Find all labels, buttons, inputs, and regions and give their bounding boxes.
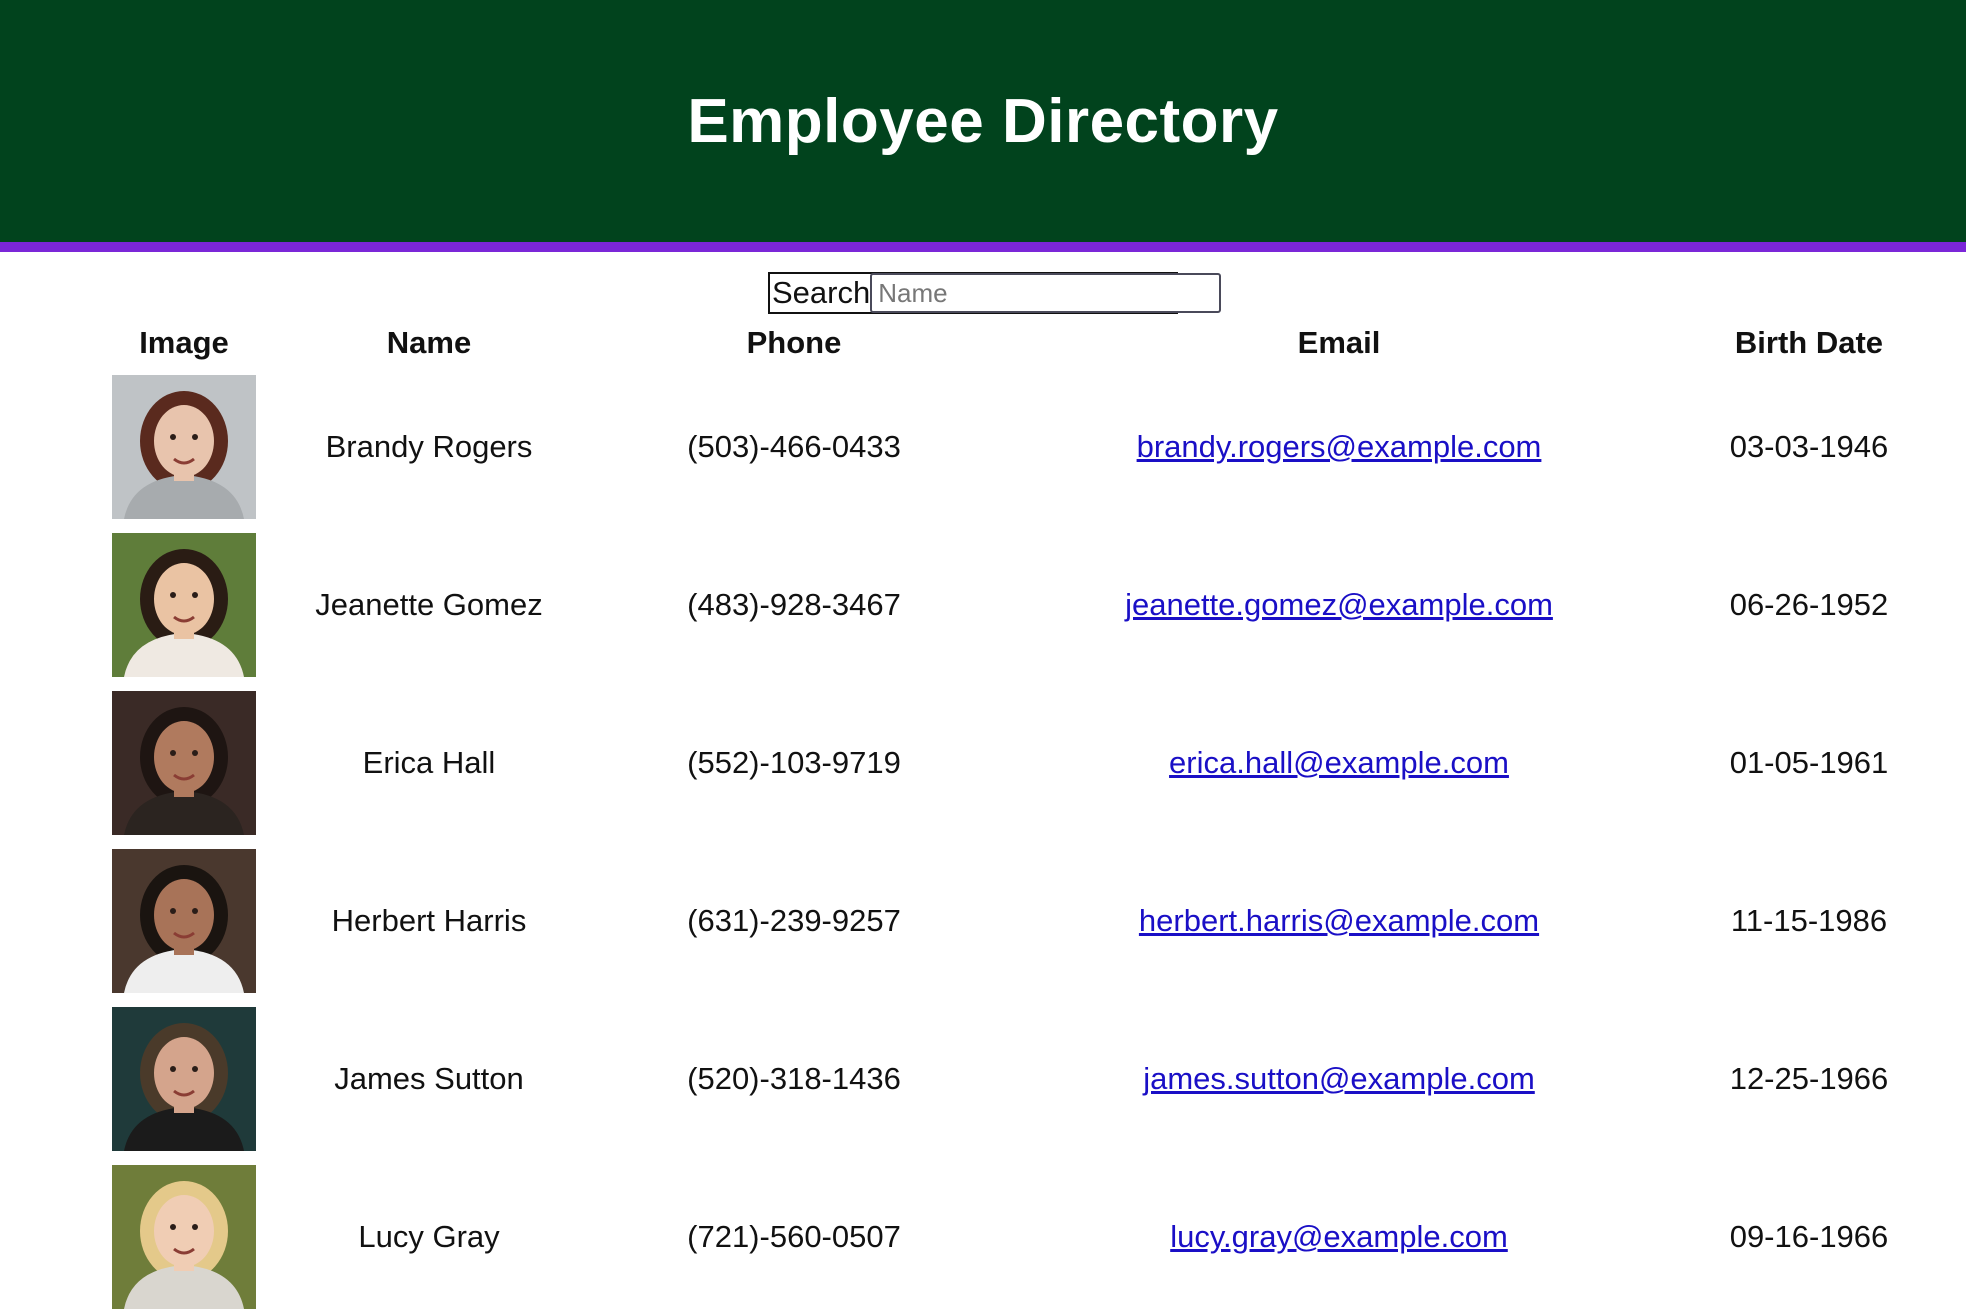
birth-date-cell: 06-26-1952	[1729, 587, 1889, 622]
employee-table: Image Name Phone Email Birth Date Brandy…	[104, 318, 1934, 1316]
name-cell: James Sutton	[334, 1061, 524, 1096]
phone-cell: (503)-466-0433	[687, 429, 901, 464]
birth-date-cell: 12-25-1966	[1729, 1061, 1889, 1096]
phone-cell: (721)-560-0507	[687, 1219, 901, 1254]
employee-photo	[112, 375, 256, 519]
name-cell: Herbert Harris	[331, 903, 527, 938]
name-cell: Erica Hall	[362, 745, 496, 780]
employee-photo	[112, 1007, 256, 1151]
portrait-graphic	[112, 533, 256, 677]
employee-photo	[112, 849, 256, 993]
birth-date-cell: 09-16-1966	[1729, 1219, 1889, 1254]
page-header: Employee Directory	[0, 0, 1966, 252]
birth-date-cell: 01-05-1961	[1729, 745, 1889, 780]
image-cell	[104, 1000, 264, 1158]
birth-date-cell: 03-03-1946	[1729, 429, 1889, 464]
name-cell: Brandy Rogers	[325, 429, 533, 464]
email-cell: herbert.harris@example.com	[994, 842, 1684, 1000]
table-row: James Sutton (520)-318-1436 james.sutton…	[104, 1000, 1934, 1158]
table-header-row: Image Name Phone Email Birth Date	[104, 318, 1934, 368]
name-cell: Jeanette Gomez	[315, 587, 543, 622]
image-cell	[104, 1158, 264, 1316]
portrait-graphic	[112, 1007, 256, 1151]
image-cell	[104, 526, 264, 684]
email-cell: lucy.gray@example.com	[994, 1158, 1684, 1316]
image-cell	[104, 368, 264, 526]
email-cell: jeanette.gomez@example.com	[994, 526, 1684, 684]
email-link[interactable]: herbert.harris@example.com	[1139, 903, 1539, 938]
email-link[interactable]: james.sutton@example.com	[1143, 1061, 1535, 1096]
email-link[interactable]: lucy.gray@example.com	[1170, 1219, 1508, 1254]
email-cell: brandy.rogers@example.com	[994, 368, 1684, 526]
image-cell	[104, 842, 264, 1000]
search-input[interactable]	[870, 273, 1222, 313]
email-link[interactable]: jeanette.gomez@example.com	[1125, 587, 1553, 622]
birth-date-cell: 11-15-1986	[1730, 903, 1888, 938]
search-form: Search	[768, 272, 1222, 314]
column-header-email[interactable]: Email	[994, 318, 1684, 368]
email-cell: erica.hall@example.com	[994, 684, 1684, 842]
table-row: Erica Hall (552)-103-9719 erica.hall@exa…	[104, 684, 1934, 842]
email-cell: james.sutton@example.com	[994, 1000, 1684, 1158]
employee-photo	[112, 533, 256, 677]
search-label: Search	[772, 275, 871, 310]
table-row: Jeanette Gomez (483)-928-3467 jeanette.g…	[104, 526, 1934, 684]
image-cell	[104, 684, 264, 842]
column-header-phone[interactable]: Phone	[594, 318, 994, 368]
employee-photo	[112, 691, 256, 835]
table-row: Herbert Harris (631)-239-9257 herbert.ha…	[104, 842, 1934, 1000]
table-row: Lucy Gray (721)-560-0507 lucy.gray@examp…	[104, 1158, 1934, 1316]
employee-photo	[112, 1165, 256, 1309]
phone-cell: (631)-239-9257	[687, 903, 901, 938]
table-row: Brandy Rogers (503)-466-0433 brandy.roge…	[104, 368, 1934, 526]
phone-cell: (483)-928-3467	[687, 587, 901, 622]
portrait-graphic	[112, 1165, 256, 1309]
column-header-image[interactable]: Image	[104, 318, 264, 368]
phone-cell: (552)-103-9719	[687, 745, 901, 780]
column-header-birth-date[interactable]: Birth Date	[1684, 318, 1934, 368]
email-link[interactable]: brandy.rogers@example.com	[1137, 429, 1542, 464]
portrait-graphic	[112, 691, 256, 835]
page-title: Employee Directory	[687, 86, 1279, 156]
name-cell: Lucy Gray	[358, 1219, 500, 1254]
column-header-name[interactable]: Name	[264, 318, 594, 368]
table-body: Brandy Rogers (503)-466-0433 brandy.roge…	[104, 368, 1934, 1316]
email-link[interactable]: erica.hall@example.com	[1169, 745, 1509, 780]
phone-cell: (520)-318-1436	[687, 1061, 901, 1096]
portrait-graphic	[112, 375, 256, 519]
portrait-graphic	[112, 849, 256, 993]
